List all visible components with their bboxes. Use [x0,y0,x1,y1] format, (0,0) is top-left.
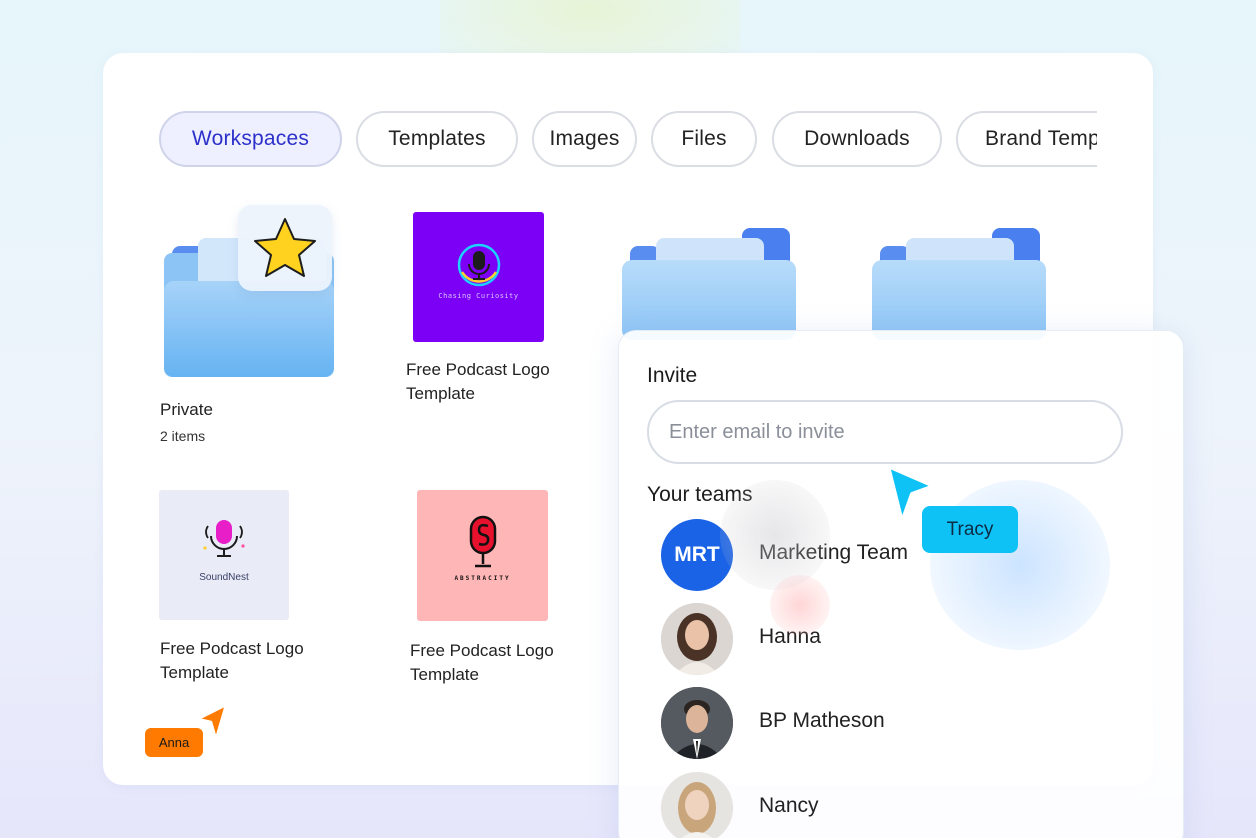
thumb-text: ABSTRACITY [454,575,511,582]
avatar [661,772,733,838]
invite-title: Invite [647,364,698,387]
team-member-bp-matheson[interactable]: BP Matheson [661,687,1121,759]
podcast3-title-line1: Free Podcast Logo [410,641,554,660]
microphone-icon [469,515,497,568]
avatar [661,603,733,675]
member-name: BP Matheson [759,709,885,732]
private-title: Private [160,400,213,419]
member-name: Nancy [759,794,819,817]
tab-images[interactable]: Images [532,111,637,167]
folder-front [872,260,1046,340]
folder-front [164,281,334,377]
cursor-label-anna: Anna [145,728,203,757]
star-icon [254,218,316,277]
microphone-icon [457,243,501,287]
podcast-thumb-soundnest[interactable]: SoundNest [159,490,289,620]
folder-4[interactable] [872,226,1048,340]
person-photo-icon [661,603,733,675]
thumb-text: Chasing Curiosity [438,292,519,300]
favorite-badge [238,205,332,291]
podcast2-title-line1: Free Podcast Logo [160,639,304,658]
folder-3[interactable] [622,226,798,340]
podcast1-title-line1: Free Podcast Logo [406,360,550,379]
podcast-thumb-abstracity[interactable]: ABSTRACITY [417,490,548,621]
tab-files[interactable]: Files [651,111,757,167]
private-folder[interactable] [164,205,336,380]
blur-decoration [770,575,830,635]
team-member-nancy[interactable]: Nancy [661,772,1121,838]
category-tabs: Workspaces Templates Images Files Downlo… [159,110,1097,170]
folder-front [622,260,796,340]
cursor-label-tracy: Tracy [922,506,1018,553]
person-photo-icon [661,772,733,838]
blur-decoration [720,480,830,590]
podcast3-title-line2: Template [410,665,479,684]
private-item-count: 2 items [160,428,206,444]
avatar [661,687,733,759]
person-photo-icon [661,687,733,759]
tab-templates[interactable]: Templates [356,111,518,167]
podcast1-title-line2: Template [406,384,475,403]
tab-downloads[interactable]: Downloads [772,111,942,167]
podcast2-title-line2: Template [160,663,229,682]
microphone-icon [203,520,245,557]
email-invite-input[interactable] [647,400,1123,464]
tab-workspaces[interactable]: Workspaces [159,111,342,167]
podcast-thumb-chasing-curiosity[interactable]: Chasing Curiosity [413,212,544,342]
tab-brand-templates[interactable]: Brand Templates [956,111,1097,167]
thumb-text: SoundNest [199,572,249,583]
